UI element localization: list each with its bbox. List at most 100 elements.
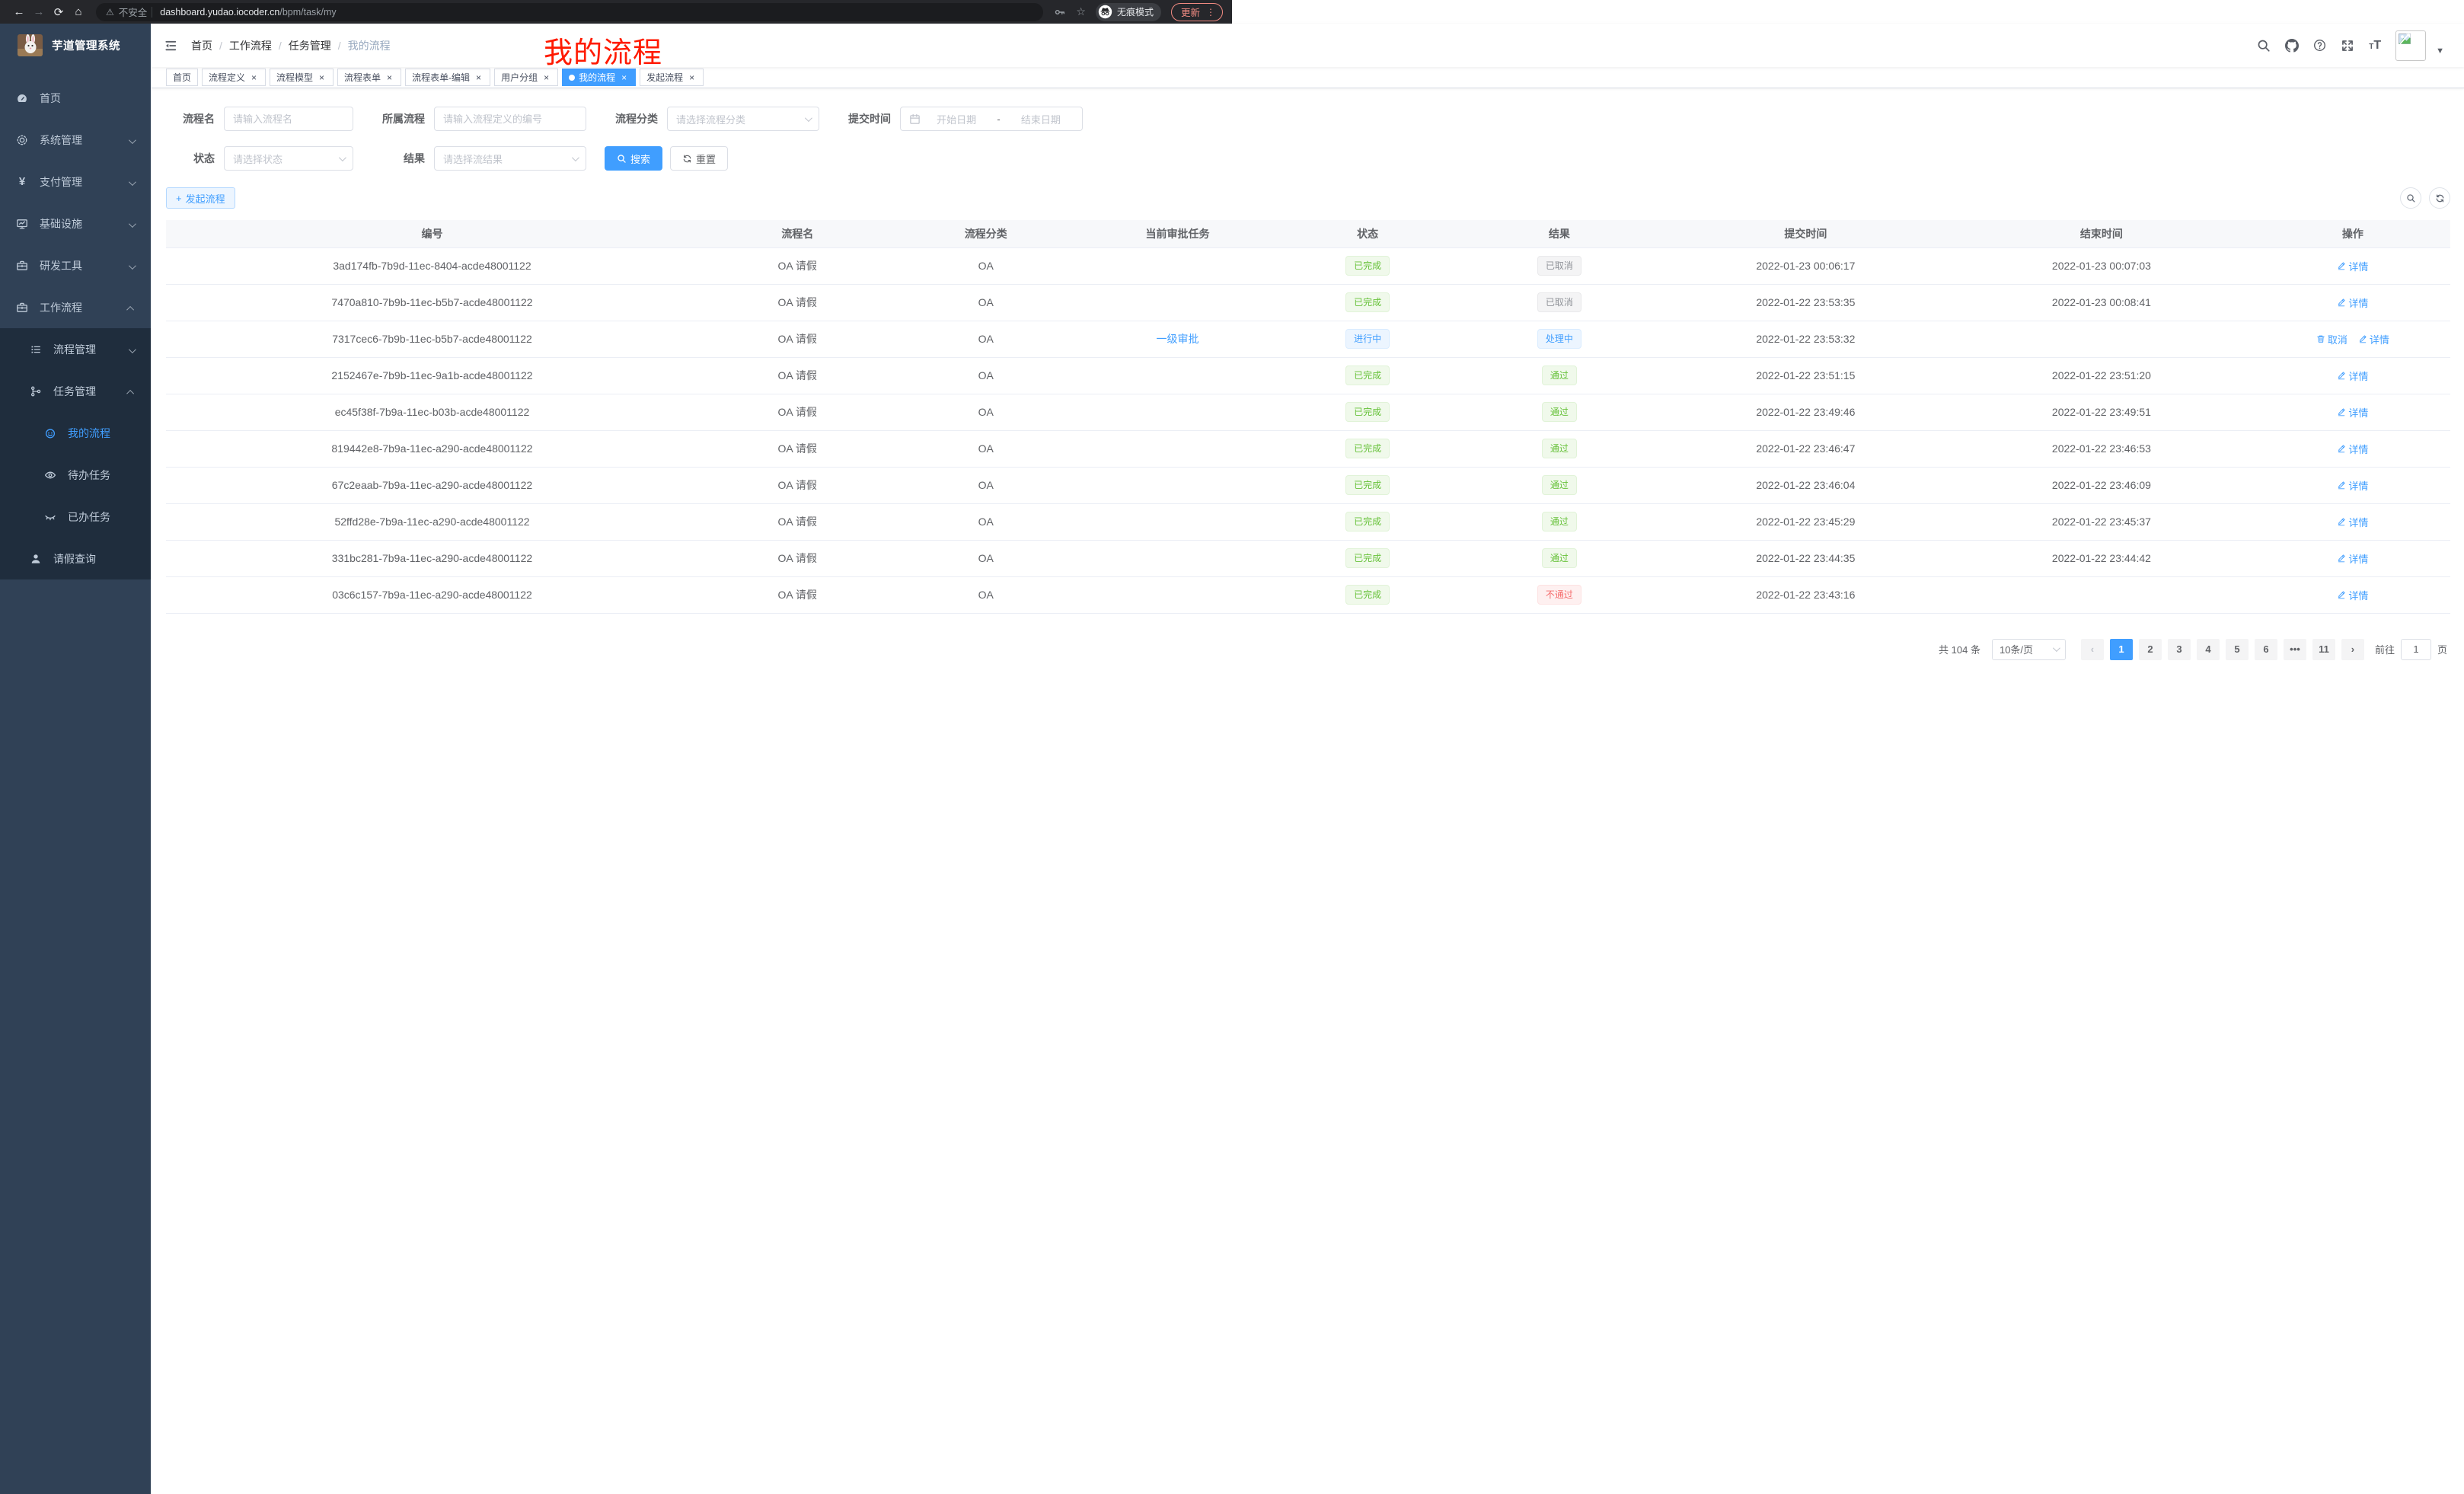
breadcrumb-home[interactable]: 首页	[191, 38, 212, 53]
create-process-button[interactable]: + 发起流程	[166, 187, 235, 209]
status-select[interactable]: 请选择状态	[224, 146, 353, 171]
sidebar-item-process-mgmt[interactable]: 流程管理	[0, 328, 151, 370]
tab-process-form[interactable]: 流程表单×	[337, 69, 401, 86]
process-name-input[interactable]	[224, 107, 353, 131]
sidebar-item-devtools[interactable]: 研发工具	[0, 244, 151, 286]
category-select[interactable]: 请选择流程分类	[667, 107, 819, 131]
cell-actions: 详情	[2255, 576, 2450, 613]
cell-status: 已完成	[1280, 247, 1455, 284]
close-icon[interactable]: ×	[619, 72, 629, 82]
hamburger-icon[interactable]	[163, 38, 178, 53]
sidebar-item-todo-task[interactable]: 待办任务	[0, 454, 151, 496]
fullscreen-icon[interactable]	[2341, 39, 2354, 53]
breadcrumb-workflow[interactable]: 工作流程	[229, 38, 272, 53]
pager-ellipsis[interactable]: •••	[2284, 639, 2306, 660]
tab-my-process[interactable]: 我的流程×	[562, 69, 636, 86]
detail-link[interactable]: 详情	[2337, 295, 2368, 310]
browser-back-button[interactable]: ←	[9, 5, 29, 18]
search-button[interactable]: 搜索	[605, 146, 662, 171]
cell-category: OA	[896, 394, 1074, 430]
sidebar-item-home[interactable]: 首页	[0, 77, 151, 119]
sidebar-item-system[interactable]: 系统管理	[0, 119, 151, 161]
reset-button[interactable]: 重置	[670, 146, 728, 171]
detail-link[interactable]: 详情	[2337, 551, 2368, 566]
app-logo-row[interactable]: 芋道管理系统	[0, 24, 151, 66]
detail-link[interactable]: 详情	[2337, 405, 2368, 420]
result-badge: 通过	[1542, 475, 1577, 495]
date-start-placeholder[interactable]: 开始日期	[924, 112, 989, 126]
cell-process-id: 2152467e-7b9b-11ec-9a1b-acde48001122	[166, 357, 698, 394]
search-icon	[617, 154, 627, 164]
sidebar-item-workflow[interactable]: 工作流程	[0, 286, 151, 328]
url-path: /bpm/task/my	[279, 7, 336, 18]
page-size-select[interactable]: 10条/页	[1992, 639, 2066, 660]
goto-page-input[interactable]	[2401, 639, 2431, 660]
pager-page-3[interactable]: 3	[2168, 639, 2191, 660]
browser-reload-button[interactable]: ⟳	[49, 5, 69, 19]
pager-page-2[interactable]: 2	[2139, 639, 2162, 660]
cell-submit-time: 2022-01-22 23:51:15	[1664, 357, 1948, 394]
bookmark-star-icon[interactable]: ☆	[1076, 5, 1086, 18]
pager-next-button[interactable]: ›	[2341, 639, 2364, 660]
breadcrumb-task-mgmt[interactable]: 任务管理	[289, 38, 331, 53]
cell-category: OA	[896, 357, 1074, 394]
sidebar: 芋道管理系统 首页系统管理¥支付管理基础设施研发工具工作流程流程管理任务管理我的…	[0, 24, 151, 1494]
close-icon[interactable]: ×	[687, 72, 697, 82]
browser-forward-button[interactable]: →	[29, 5, 49, 18]
cancel-link[interactable]: 取消	[2316, 332, 2348, 346]
font-size-icon[interactable]: TT	[2369, 39, 2381, 53]
detail-link[interactable]: 详情	[2337, 259, 2368, 273]
pager-page-6[interactable]: 6	[2255, 639, 2277, 660]
pager-page-4[interactable]: 4	[2197, 639, 2220, 660]
sidebar-item-my-process[interactable]: 我的流程	[0, 412, 151, 454]
table-row: ec45f38f-7b9a-11ec-b03b-acde48001122OA 请…	[166, 394, 2450, 430]
result-select[interactable]: 请选择流结果	[434, 146, 586, 171]
browser-chrome: ← → ⟳ ⌂ ⚠ 不安全 dashboard.yudao.iocoder.cn…	[0, 0, 1232, 24]
tab-process-def[interactable]: 流程定义×	[202, 69, 266, 86]
key-icon[interactable]	[1054, 6, 1066, 18]
sidebar-item-payment[interactable]: ¥支付管理	[0, 161, 151, 203]
close-icon[interactable]: ×	[317, 72, 327, 82]
pager-page-5[interactable]: 5	[2226, 639, 2249, 660]
process-definition-input[interactable]	[434, 107, 586, 131]
github-icon[interactable]	[2285, 39, 2299, 53]
browser-update-button[interactable]: 更新 ⋮	[1171, 3, 1223, 21]
column-header: 提交时间	[1664, 220, 1948, 247]
close-icon[interactable]: ×	[385, 72, 394, 82]
pager-page-11[interactable]: 11	[2312, 639, 2335, 660]
search-icon[interactable]	[2257, 39, 2271, 53]
tab-user-group[interactable]: 用户分组×	[494, 69, 558, 86]
pager-page-1[interactable]: 1	[2110, 639, 2133, 660]
detail-link[interactable]: 详情	[2337, 515, 2368, 529]
sidebar-item-done-task[interactable]: 已办任务	[0, 496, 151, 538]
detail-link[interactable]: 详情	[2337, 369, 2368, 383]
help-icon[interactable]	[2313, 39, 2326, 52]
detail-link[interactable]: 详情	[2337, 588, 2368, 602]
current-task-link[interactable]: 一级审批	[1156, 333, 1198, 345]
close-icon[interactable]: ×	[474, 72, 484, 82]
address-bar[interactable]: ⚠ 不安全 dashboard.yudao.iocoder.cn/bpm/tas…	[96, 3, 1043, 21]
tab-process-model[interactable]: 流程模型×	[270, 69, 334, 86]
detail-link[interactable]: 详情	[2358, 332, 2389, 346]
avatar[interactable]	[2395, 30, 2426, 61]
detail-link[interactable]: 详情	[2337, 478, 2368, 493]
table-search-button[interactable]	[2400, 187, 2421, 209]
close-icon[interactable]: ×	[541, 72, 551, 82]
search-label: 搜索	[630, 152, 650, 166]
active-dot	[569, 75, 575, 81]
tab-start-process[interactable]: 发起流程×	[640, 69, 704, 86]
close-icon[interactable]: ×	[249, 72, 259, 82]
avatar-caret-icon[interactable]: ▼	[2436, 46, 2444, 56]
browser-home-button[interactable]: ⌂	[69, 5, 88, 18]
date-end-placeholder[interactable]: 结束日期	[1008, 112, 1074, 126]
detail-link[interactable]: 详情	[2337, 442, 2368, 456]
column-header: 流程名	[698, 220, 896, 247]
date-range-picker[interactable]: 开始日期 - 结束日期	[900, 107, 1083, 131]
sidebar-item-leave-query[interactable]: 请假查询	[0, 538, 151, 579]
sidebar-item-task-mgmt[interactable]: 任务管理	[0, 370, 151, 412]
sidebar-item-infra[interactable]: 基础设施	[0, 203, 151, 244]
table-refresh-button[interactable]	[2429, 187, 2450, 209]
browser-menu-icon[interactable]: ⋮	[1206, 7, 1215, 18]
tab-process-form-edit[interactable]: 流程表单-编辑×	[405, 69, 490, 86]
tab-home[interactable]: 首页	[166, 69, 198, 86]
